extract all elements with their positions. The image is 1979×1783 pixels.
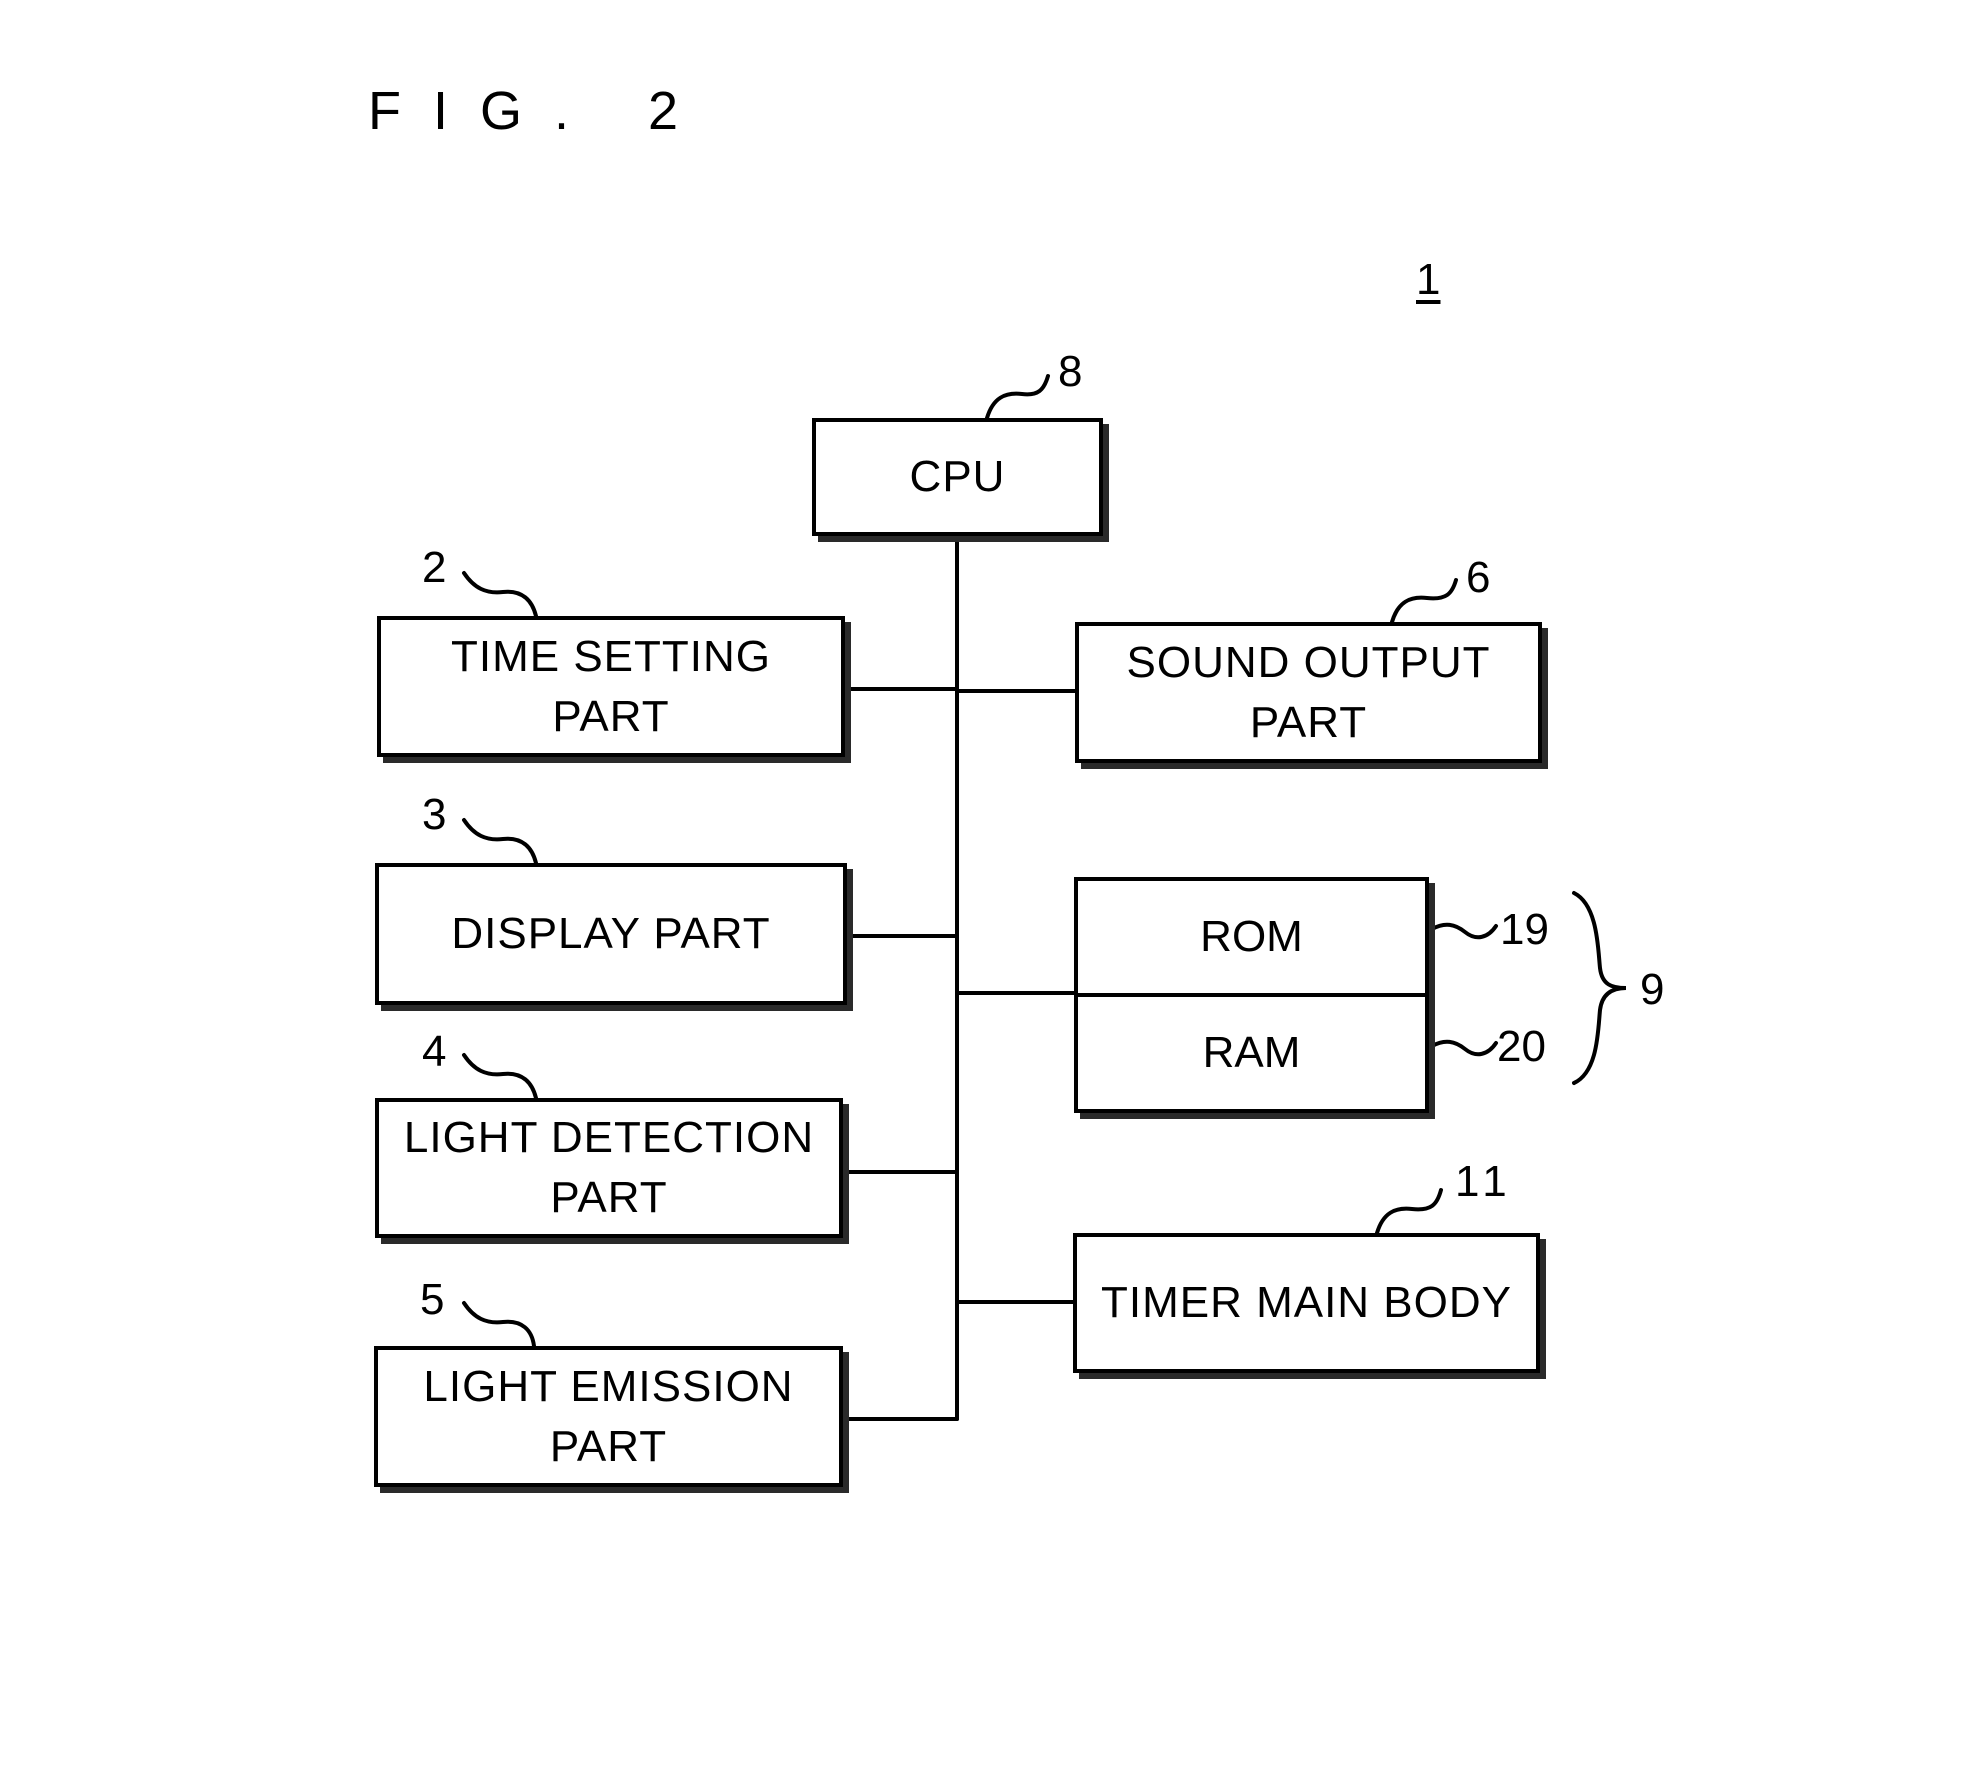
- light-detection-label-line2: PART: [550, 1173, 668, 1222]
- time-setting-reference-numeral: 2: [422, 543, 447, 592]
- memory-block: ROM RAM: [1074, 877, 1429, 1113]
- light-emission-part-block: LIGHT EMISSION PART: [374, 1346, 843, 1487]
- sound-output-label-line1: SOUND OUTPUT: [1126, 637, 1491, 687]
- leader-line-timer-main-body: [1375, 1188, 1443, 1235]
- light-detection-part-block: LIGHT DETECTION PART: [375, 1098, 843, 1238]
- leader-line-time-setting: [462, 571, 538, 618]
- sound-output-label-line2: PART: [1249, 697, 1368, 747]
- light-detection-label-line1: LIGHT DETECTION: [403, 1113, 815, 1162]
- light-emission-reference-numeral: 5: [420, 1275, 445, 1324]
- time-setting-label-line1: TIME SETTING: [451, 631, 771, 681]
- leader-line-display: [462, 818, 538, 865]
- rom-label: ROM: [1200, 912, 1303, 961]
- memory-group-brace: [1572, 891, 1627, 1085]
- display-label: DISPLAY PART: [451, 909, 771, 958]
- cpu-block: CPU: [812, 418, 1103, 536]
- leader-line-light-emission: [462, 1301, 536, 1348]
- ram-cell: RAM: [1078, 995, 1425, 1109]
- display-reference-numeral: 3: [422, 790, 447, 839]
- timer-main-body-reference-numeral: 11: [1455, 1157, 1513, 1206]
- ram-reference-numeral: 20: [1497, 1022, 1546, 1071]
- cpu-reference-numeral: 8: [1058, 347, 1083, 396]
- ram-label: RAM: [1202, 1028, 1301, 1077]
- leader-line-cpu: [985, 374, 1050, 420]
- memory-reference-numeral: 9: [1640, 965, 1665, 1014]
- light-emission-label-line2: PART: [549, 1421, 668, 1471]
- display-part-block: DISPLAY PART: [375, 863, 847, 1005]
- leader-line-light-detection: [462, 1053, 538, 1100]
- timer-main-body-label: TIMER MAIN BODY: [1100, 1278, 1513, 1327]
- time-setting-part-block: TIME SETTING PART: [377, 616, 845, 757]
- rom-cell: ROM: [1078, 881, 1425, 995]
- light-emission-label-line1: LIGHT EMISSION: [423, 1361, 794, 1411]
- light-detection-reference-numeral: 4: [422, 1027, 447, 1076]
- leader-line-ram: [1430, 1039, 1498, 1057]
- connection-diagram: [462, 374, 1627, 1421]
- leader-line-rom: [1430, 922, 1498, 940]
- rom-reference-numeral: 19: [1500, 905, 1549, 954]
- time-setting-label-line2: PART: [552, 691, 670, 741]
- leader-line-sound-output: [1390, 578, 1458, 624]
- cpu-label: CPU: [909, 452, 1006, 501]
- timer-main-body-block: TIMER MAIN BODY: [1073, 1233, 1540, 1373]
- sound-output-part-block: SOUND OUTPUT PART: [1075, 622, 1542, 763]
- sound-output-reference-numeral: 6: [1466, 553, 1491, 602]
